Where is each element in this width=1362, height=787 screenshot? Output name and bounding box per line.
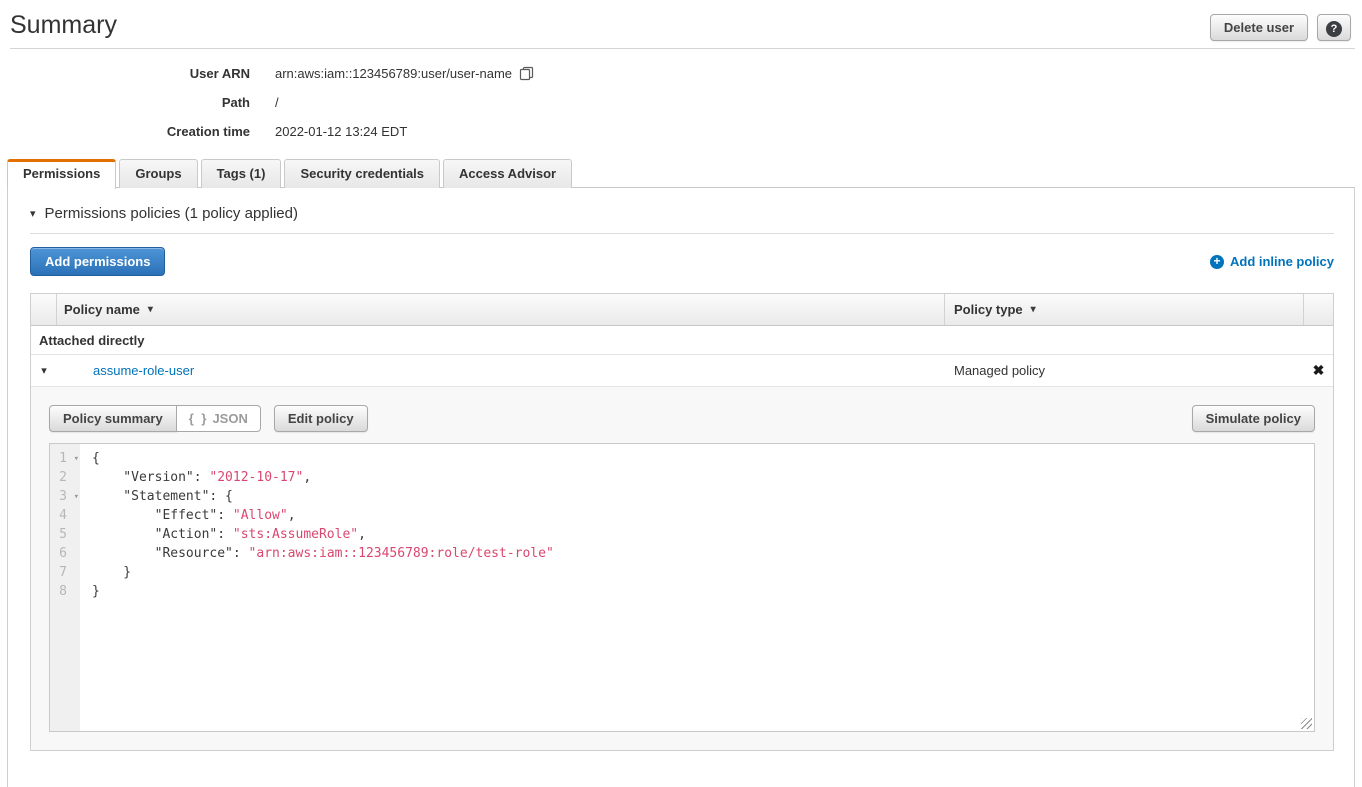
- tab-tags[interactable]: Tags (1): [201, 159, 282, 188]
- column-header-policy-type[interactable]: Policy type ▾: [945, 294, 1304, 325]
- editor-code-line: }: [92, 563, 1314, 582]
- page-header: Summary Delete user ?: [0, 0, 1362, 41]
- editor-line-number: 4: [50, 506, 80, 525]
- copy-icon[interactable]: [519, 66, 534, 81]
- editor-line-number: 8: [50, 582, 80, 601]
- tab-groups[interactable]: Groups: [119, 159, 197, 188]
- user-arn-text: arn:aws:iam::123456789:user/user-name: [275, 66, 512, 81]
- detail-row-path: Path /: [0, 95, 1362, 110]
- json-button-label: JSON: [212, 411, 247, 426]
- editor-line-number: 5: [50, 525, 80, 544]
- creation-time-value: 2022-01-12 13:24 EDT: [275, 124, 407, 139]
- editor-code-line: "Resource": "arn:aws:iam::123456789:role…: [92, 544, 1314, 563]
- editor-code-line: {: [92, 449, 1314, 468]
- title-divider: [10, 48, 1355, 49]
- editor-line-number: 2: [50, 468, 80, 487]
- editor-code-line: "Version": "2012-10-17",: [92, 468, 1314, 487]
- editor-line-number: 6: [50, 544, 80, 563]
- page-title: Summary: [10, 10, 117, 40]
- section-title: Permissions policies (1 policy applied): [45, 205, 298, 222]
- add-inline-policy-label: Add inline policy: [1230, 254, 1334, 269]
- policy-view-buttons: Policy summary { }JSON Edit policy: [49, 405, 368, 432]
- help-button[interactable]: ?: [1317, 14, 1351, 41]
- braces-icon: { }: [189, 411, 209, 426]
- policy-detail-expanded-section: Policy summary { }JSON Edit policy Simul…: [31, 386, 1333, 750]
- tab-permissions[interactable]: Permissions: [7, 159, 116, 189]
- add-inline-policy-link[interactable]: + Add inline policy: [1210, 254, 1334, 269]
- policy-type-header-label: Policy type: [954, 302, 1023, 317]
- policy-table-row: ▾ assume-role-user Managed policy ✖: [31, 355, 1333, 386]
- editor-line-number: 1▾: [50, 449, 80, 468]
- policy-detach-cell: ✖: [1304, 362, 1333, 379]
- help-icon: ?: [1326, 21, 1342, 37]
- policies-table: Policy name ▾ Policy type ▾ Attached dir…: [30, 293, 1334, 751]
- path-value: /: [275, 95, 279, 110]
- add-permissions-button[interactable]: Add permissions: [30, 247, 165, 276]
- detail-row-user-arn: User ARN arn:aws:iam::123456789:user/use…: [0, 66, 1362, 81]
- detach-policy-icon[interactable]: ✖: [1313, 362, 1325, 378]
- tab-access-advisor[interactable]: Access Advisor: [443, 159, 572, 188]
- header-expand-column: [31, 294, 57, 325]
- edit-policy-button[interactable]: Edit policy: [274, 405, 368, 432]
- row-expand-toggle[interactable]: ▾: [31, 364, 57, 377]
- sort-caret-icon: ▾: [1031, 304, 1036, 315]
- policy-view-toolbar: Policy summary { }JSON Edit policy Simul…: [49, 405, 1315, 432]
- creation-time-label: Creation time: [0, 124, 250, 139]
- permissions-tab-panel: ▾ Permissions policies (1 policy applied…: [7, 187, 1355, 787]
- policy-json-editor[interactable]: 1▾23▾45678 { "Version": "2012-10-17", "S…: [49, 443, 1315, 732]
- user-arn-value: arn:aws:iam::123456789:user/user-name: [275, 66, 534, 81]
- editor-code-area[interactable]: { "Version": "2012-10-17", "Statement": …: [80, 444, 1314, 731]
- simulate-policy-button[interactable]: Simulate policy: [1192, 405, 1315, 432]
- editor-code-line: "Effect": "Allow",: [92, 506, 1314, 525]
- editor-code-line: "Statement": {: [92, 487, 1314, 506]
- editor-code-line: }: [92, 582, 1314, 601]
- column-header-policy-name[interactable]: Policy name ▾: [57, 294, 945, 325]
- detail-row-creation-time: Creation time 2022-01-12 13:24 EDT: [0, 124, 1362, 139]
- row-expand-caret-icon: ▾: [41, 364, 47, 377]
- editor-line-number: 3▾: [50, 487, 80, 506]
- header-actions: Delete user ?: [1210, 14, 1351, 41]
- policy-name-cell: assume-role-user: [57, 363, 945, 378]
- delete-user-button[interactable]: Delete user: [1210, 14, 1308, 41]
- editor-line-number-gutter: 1▾23▾45678: [50, 444, 80, 731]
- attached-directly-label: Attached directly: [39, 333, 144, 348]
- policy-summary-button[interactable]: Policy summary: [49, 405, 177, 432]
- plus-circle-icon: +: [1210, 255, 1224, 269]
- attached-directly-group-row: Attached directly: [31, 326, 1333, 355]
- tab-security-credentials[interactable]: Security credentials: [284, 159, 440, 188]
- tab-bar: Permissions Groups Tags (1) Security cre…: [7, 159, 1362, 188]
- path-label: Path: [0, 95, 250, 110]
- json-view-button[interactable]: { }JSON: [177, 405, 261, 432]
- header-actions-column: [1304, 294, 1333, 325]
- user-arn-label: User ARN: [0, 66, 250, 81]
- policies-table-header: Policy name ▾ Policy type ▾: [31, 294, 1333, 326]
- fold-caret-icon[interactable]: ▾: [74, 488, 79, 507]
- editor-line-number: 7: [50, 563, 80, 582]
- section-collapse-caret-icon: ▾: [30, 207, 36, 220]
- editor-resize-handle-icon[interactable]: [1301, 718, 1312, 729]
- policy-actions-row: Add permissions + Add inline policy: [30, 247, 1334, 276]
- editor-code-line: "Action": "sts:AssumeRole",: [92, 525, 1314, 544]
- policy-name-link[interactable]: assume-role-user: [93, 363, 194, 378]
- policy-view-segmented-control: Policy summary { }JSON: [49, 405, 261, 432]
- fold-caret-icon[interactable]: ▾: [74, 450, 79, 469]
- policy-name-header-label: Policy name: [64, 302, 140, 317]
- user-details: User ARN arn:aws:iam::123456789:user/use…: [0, 66, 1362, 139]
- permissions-policies-section-header[interactable]: ▾ Permissions policies (1 policy applied…: [30, 188, 1334, 234]
- policy-type-cell: Managed policy: [945, 363, 1304, 378]
- sort-caret-icon: ▾: [148, 304, 153, 315]
